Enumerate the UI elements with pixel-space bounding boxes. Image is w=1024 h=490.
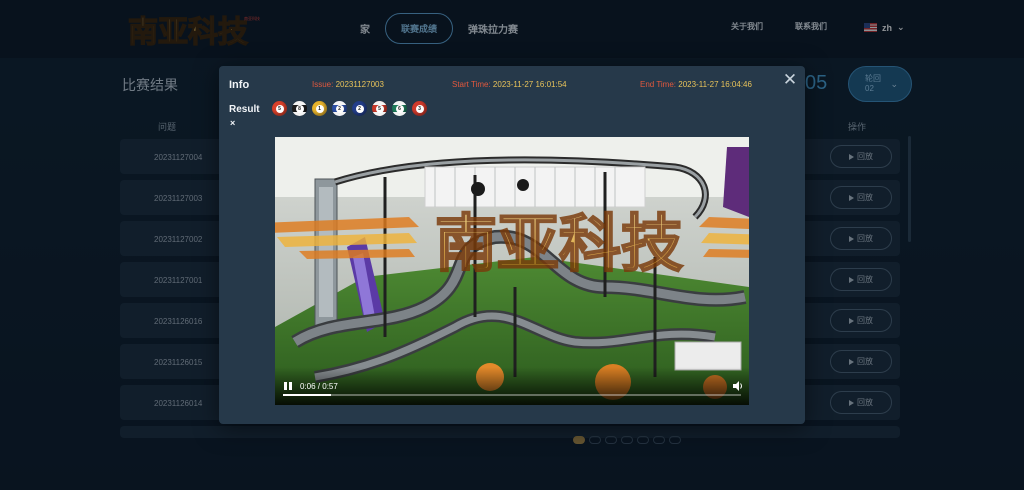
result-label: Result [229,104,260,115]
replay-video-player[interactable]: 南亚科技 0:06 / 0:57 [275,137,749,405]
result-ball: 5 [272,101,287,116]
result-ball: 5 [372,101,387,116]
replay-modal: Info Issue: 20231127003 Start Time: 2023… [219,66,805,424]
start-time-label: Start Time: [452,80,491,89]
ball-number: 2 [335,104,344,113]
video-frame [275,137,749,405]
result-ball: 2 [352,101,367,116]
ball-number: 8 [295,104,304,113]
ball-number: 3 [415,104,424,113]
result-ball: 1 [312,101,327,116]
start-time-info: Start Time: 2023-11-27 16:01:54 [452,80,567,89]
result-ball: 8 [292,101,307,116]
ball-number: 5 [275,104,284,113]
result-ball: 2 [332,101,347,116]
issue-info: Issue: 20231127003 [312,80,384,89]
video-progress-bar[interactable] [283,394,741,396]
info-label: Info [229,79,250,91]
result-ball: 6 [392,101,407,116]
ball-number: 2 [355,104,364,113]
ball-number: 1 [315,104,324,113]
issue-label: Issue: [312,80,334,89]
end-time-label: End Time: [640,80,677,89]
result-ball: 3 [412,101,427,116]
ball-number: 6 [395,104,404,113]
end-time-info: End Time: 2023-11-27 16:04:46 [640,80,752,89]
pause-icon[interactable] [284,382,293,390]
result-balls: 5 8 1 2 2 5 6 3 [272,101,427,116]
result-mark: × [230,118,236,128]
video-controls: 0:06 / 0:57 [275,367,749,405]
end-time-value: 2023-11-27 16:04:46 [678,80,752,89]
issue-value: 20231127003 [335,80,384,89]
volume-icon[interactable] [733,381,743,391]
close-icon[interactable]: ✕ [782,71,798,88]
video-progress-fill [283,394,332,396]
start-time-value: 2023-11-27 16:01:54 [492,80,567,89]
video-time: 0:06 / 0:57 [300,382,338,391]
ball-number: 5 [375,104,384,113]
